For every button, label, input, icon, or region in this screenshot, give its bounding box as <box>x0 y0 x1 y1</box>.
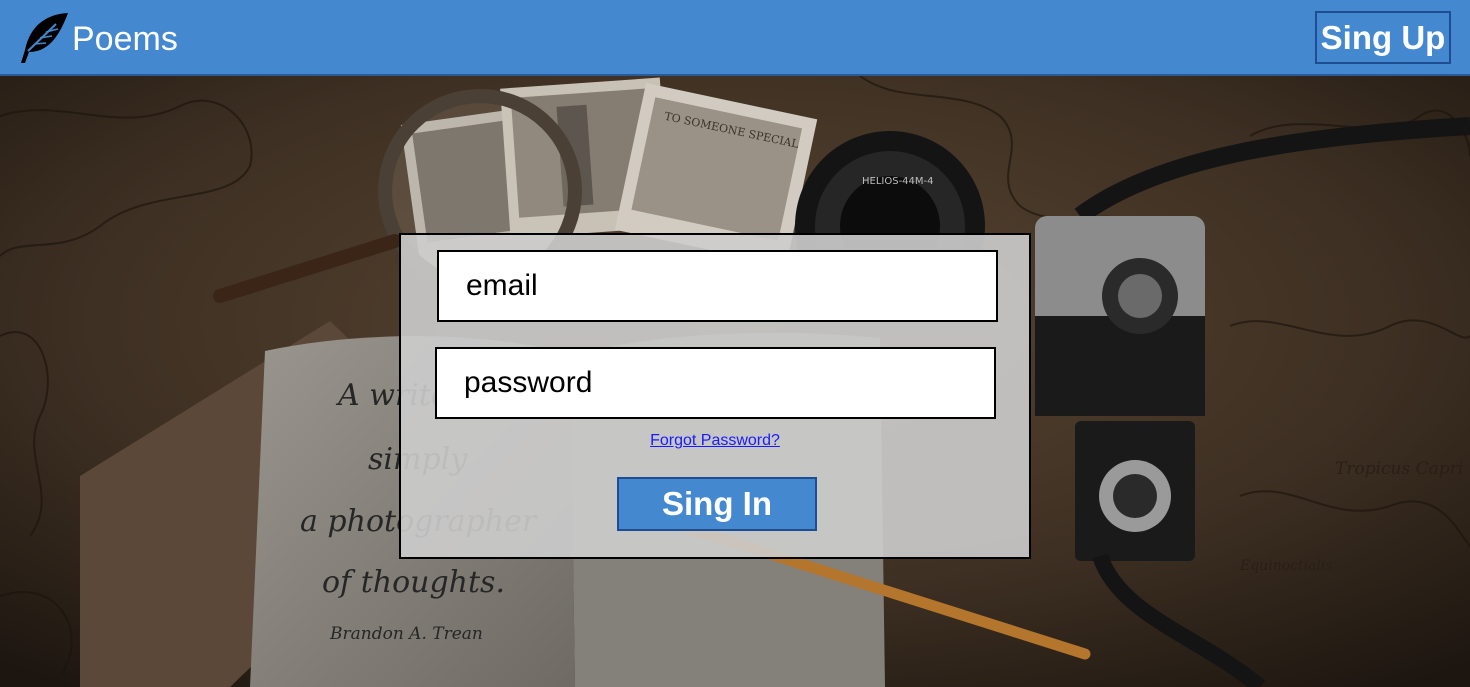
quote-author: Brandon A. Trean <box>330 624 483 644</box>
top-navbar: Poems Sing Up <box>0 0 1470 76</box>
forgot-password-link[interactable]: Forgot Password? <box>401 432 1029 450</box>
map-label-equinox: Equinoctialis <box>1239 558 1333 574</box>
map-label-tropic: Tropicus Capri <box>1335 459 1463 479</box>
lens-text: HELIOS-44M-4 <box>862 176 934 187</box>
email-input[interactable]: email <box>437 250 998 322</box>
brand-title[interactable]: Poems <box>72 19 178 59</box>
sign-in-button[interactable]: Sing In <box>617 477 817 531</box>
quote-line-4: of thoughts. <box>322 565 505 600</box>
password-input[interactable]: password <box>435 347 996 419</box>
login-form: email password Forgot Password? Sing In <box>399 233 1031 559</box>
sign-up-button[interactable]: Sing Up <box>1315 11 1451 64</box>
feather-icon <box>21 13 68 63</box>
